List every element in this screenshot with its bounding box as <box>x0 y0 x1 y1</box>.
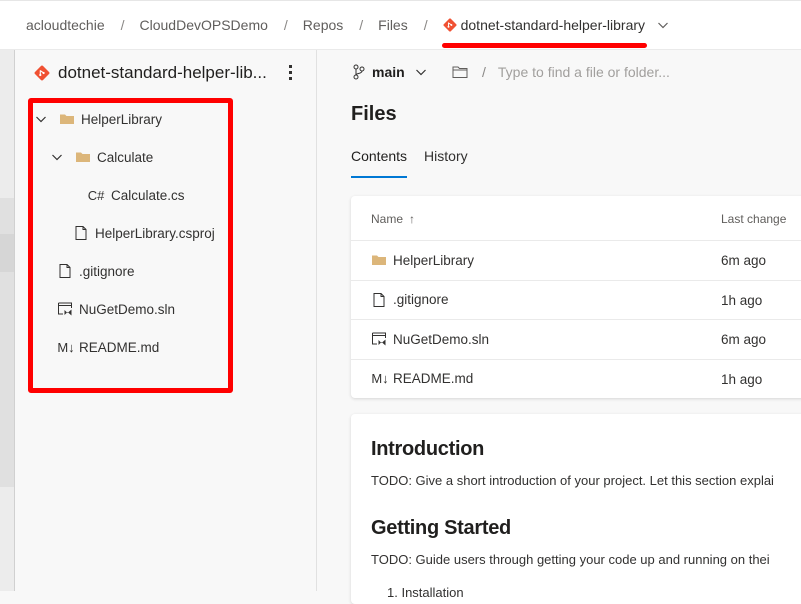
left-nav-segment <box>0 272 14 487</box>
readme-preview: Introduction TODO: Give a short introduc… <box>351 414 801 604</box>
row-last-change: 6m ago <box>721 332 767 347</box>
tree-item-file[interactable]: HelperLibrary.csproj <box>73 222 215 244</box>
breadcrumb-separator: / <box>423 17 428 33</box>
breadcrumb-organization[interactable]: acloudtechie <box>26 17 105 33</box>
folder-icon <box>76 152 90 162</box>
tree-item-label: NuGetDemo.sln <box>79 301 176 317</box>
branch-icon <box>353 64 365 80</box>
folder-outline-icon[interactable] <box>452 65 468 79</box>
column-header-name-label: Name <box>371 212 404 226</box>
tab-bar: Contents History <box>351 148 485 178</box>
path-separator: / <box>482 64 486 80</box>
sort-ascending-icon: ↑ <box>409 212 416 226</box>
column-header-last-change[interactable]: Last change <box>721 212 786 226</box>
file-tree-panel: dotnet-standard-helper-lib... <box>15 50 317 591</box>
tree-item-label: HelperLibrary.csproj <box>95 225 215 241</box>
folder-icon <box>372 255 386 265</box>
table-row[interactable]: M↓ README.md 1h ago <box>351 360 801 400</box>
files-table: Name ↑ Last change HelperLibrary 6m ago … <box>351 196 801 398</box>
row-last-change: 6m ago <box>721 253 767 268</box>
tree-item-folder[interactable]: Calculate <box>51 146 153 168</box>
row-last-change: 1h ago <box>721 292 763 308</box>
breadcrumb-repo-selector[interactable]: dotnet-standard-helper-library <box>443 17 669 33</box>
row-name[interactable]: HelperLibrary <box>393 253 474 268</box>
left-nav-segment-selected[interactable] <box>0 234 14 272</box>
readme-heading-getting-started: Getting Started <box>371 517 511 539</box>
markdown-icon: M↓ <box>57 339 75 355</box>
breadcrumb-repos[interactable]: Repos <box>303 17 343 33</box>
left-nav-segment <box>0 198 14 234</box>
annotation-underline <box>442 43 647 48</box>
readme-paragraph: TODO: Guide users through getting your c… <box>371 552 770 567</box>
breadcrumb-separator: / <box>359 17 364 33</box>
tree-item-label: README.md <box>79 339 160 355</box>
file-icon <box>59 264 71 278</box>
tree-item-file[interactable]: NuGetDemo.sln <box>57 298 175 320</box>
breadcrumb: acloudtechie / CloudDevOPSDemo / Repos /… <box>26 17 669 33</box>
tree-item-folder[interactable]: HelperLibrary <box>35 108 162 130</box>
column-header-name[interactable]: Name ↑ <box>371 212 415 226</box>
repo-title-text: dotnet-standard-helper-lib... <box>58 63 267 82</box>
chevron-down-icon[interactable] <box>35 113 47 125</box>
top-bar: acloudtechie / CloudDevOPSDemo / Repos /… <box>0 0 801 50</box>
solution-icon <box>58 302 72 316</box>
readme-paragraph: TODO: Give a short introduction of your … <box>371 473 774 488</box>
more-vertical-icon[interactable] <box>283 62 297 86</box>
chevron-down-icon <box>415 69 426 76</box>
table-header: Name ↑ Last change <box>351 196 801 241</box>
row-name[interactable]: .gitignore <box>393 292 449 307</box>
chevron-down-icon[interactable] <box>51 151 63 163</box>
row-name[interactable]: NuGetDemo.sln <box>393 332 489 347</box>
breadcrumb-repo-name: dotnet-standard-helper-library <box>460 17 646 33</box>
repo-title: dotnet-standard-helper-lib... <box>34 63 267 83</box>
tree-item-label: Calculate <box>97 149 154 165</box>
left-nav-strip <box>0 50 15 591</box>
tree-item-label: .gitignore <box>79 263 135 279</box>
table-row[interactable]: .gitignore 1h ago <box>351 281 801 320</box>
tree-item-label: Calculate.cs <box>111 187 185 203</box>
git-repo-icon <box>443 18 457 32</box>
chevron-down-icon <box>658 22 668 29</box>
tree-item-file[interactable]: C# Calculate.cs <box>87 184 185 206</box>
path-bar: / <box>452 64 718 80</box>
branch-selector[interactable]: main <box>352 64 433 80</box>
solution-icon <box>372 332 386 346</box>
breadcrumb-separator: / <box>283 17 288 33</box>
branch-name: main <box>372 64 405 80</box>
markdown-icon: M↓ <box>371 371 389 386</box>
tab-contents[interactable]: Contents <box>351 148 408 178</box>
table-row[interactable]: HelperLibrary 6m ago <box>351 241 801 281</box>
row-last-change: 1h ago <box>721 371 763 387</box>
breadcrumb-separator: / <box>120 17 125 33</box>
row-name[interactable]: README.md <box>393 371 473 386</box>
csharp-icon: C# <box>87 187 105 203</box>
readme-list-item: 1. Installation <box>387 585 464 600</box>
breadcrumb-files[interactable]: Files <box>378 17 408 33</box>
tab-history[interactable]: History <box>424 148 468 178</box>
breadcrumb-project[interactable]: CloudDevOPSDemo <box>140 17 268 33</box>
page-title: Files <box>351 103 397 125</box>
file-icon <box>75 226 87 240</box>
tree-item-label: HelperLibrary <box>81 111 163 127</box>
file-search-input[interactable] <box>497 64 718 80</box>
table-row[interactable]: NuGetDemo.sln 6m ago <box>351 320 801 360</box>
readme-heading-introduction: Introduction <box>371 438 485 460</box>
tree-item-file[interactable]: .gitignore <box>57 260 135 282</box>
git-repo-icon <box>34 65 50 81</box>
tree-item-file[interactable]: M↓ README.md <box>57 336 159 358</box>
file-icon <box>373 292 385 307</box>
folder-icon <box>60 114 74 124</box>
main-content: main / Files Contents History Name ↑ Las… <box>318 50 801 604</box>
